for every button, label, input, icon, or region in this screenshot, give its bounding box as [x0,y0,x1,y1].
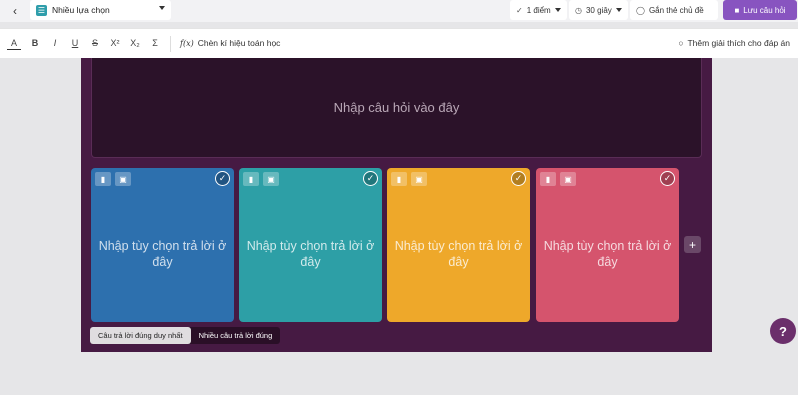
question-mark-icon: ? [779,323,787,339]
function-icon: f(x) [180,39,194,48]
image-icon[interactable]: ▣ [115,172,131,186]
question-placeholder: Nhập câu hỏi vào đây [333,100,460,115]
strikethrough-button[interactable]: S [88,38,102,48]
answer-option-2[interactable]: ▮ ▣ ✓ Nhập tùy chọn trả lời ở đây [239,168,382,322]
text-color-button[interactable]: A [7,38,21,50]
toolbar-divider [170,36,171,52]
chevron-down-icon [159,6,165,10]
top-bar: ‹ ☰ Nhiều lựa chọn ✓ 1 điểm ◷ 30 giây ◯ … [0,0,798,22]
question-input[interactable]: Nhập câu hỏi vào đây [91,58,702,158]
sigma-button[interactable]: Σ [148,38,162,48]
save-icon: ■ [734,5,740,15]
insert-math-button[interactable]: f(x) Chèn kí hiệu toán học [180,38,280,48]
answer-placeholder: Nhập tùy chọn trả lời ở đây [246,239,375,269]
plus-icon: + [688,237,696,252]
delete-icon[interactable]: ▮ [540,172,556,186]
clock-icon: ◷ [575,5,582,15]
checklist-icon: ☰ [36,4,47,16]
multiple-correct-button[interactable]: Nhiều câu trả lời đúng [191,327,281,344]
answer-placeholder: Nhập tùy chọn trả lời ở đây [543,239,672,269]
answer-mode-toggle: Câu trả lời đúng duy nhất Nhiều câu trả … [90,327,281,344]
check-icon: ✓ [516,5,523,15]
tag-topic-label: Gắn thẻ chủ đề [648,5,704,15]
insert-math-label: Chèn kí hiệu toán học [197,38,281,48]
subscript-button[interactable]: X₂ [128,38,142,48]
image-icon[interactable]: ▣ [263,172,279,186]
points-label: 1 điểm [526,5,551,15]
chevron-down-icon [615,8,622,12]
tag-icon: ◯ [636,5,645,15]
add-option-button[interactable]: + [684,236,701,253]
delete-icon[interactable]: ▮ [243,172,259,186]
underline-button[interactable]: U [68,38,82,48]
help-button[interactable]: ? [770,318,796,344]
save-question-label: Lưu câu hỏi [743,5,786,15]
single-correct-button[interactable]: Câu trả lời đúng duy nhất [90,327,191,344]
correct-answer-toggle[interactable]: ✓ [215,171,230,186]
lightbulb-icon: ○ [678,38,684,48]
chevron-left-icon: ‹ [13,4,17,18]
answer-option-1[interactable]: ▮ ▣ ✓ Nhập tùy chọn trả lời ở đây [91,168,234,322]
answer-option-4[interactable]: ▮ ▣ ✓ Nhập tùy chọn trả lời ở đây [536,168,679,322]
save-question-button[interactable]: ■ Lưu câu hỏi [723,0,797,20]
format-toolbar: A B I U S X² X₂ Σ f(x) Chèn kí hiệu toán … [0,28,798,58]
chevron-down-icon [554,8,561,12]
image-icon[interactable]: ▣ [560,172,576,186]
correct-answer-toggle[interactable]: ✓ [363,171,378,186]
time-label: 30 giây [585,5,612,15]
correct-answer-toggle[interactable]: ✓ [511,171,526,186]
answer-option-3[interactable]: ▮ ▣ ✓ Nhập tùy chọn trả lời ở đây [387,168,530,322]
superscript-button[interactable]: X² [108,38,122,48]
question-editor: Nhập câu hỏi vào đây ▮ ▣ ✓ Nhập tùy chọn… [81,58,712,352]
question-type-label: Nhiều lựa chọn [52,5,110,15]
back-button[interactable]: ‹ [6,2,24,20]
add-explanation-label: Thêm giải thích cho đáp án [687,38,790,48]
delete-icon[interactable]: ▮ [391,172,407,186]
answer-placeholder: Nhập tùy chọn trả lời ở đây [98,239,227,269]
image-icon[interactable]: ▣ [411,172,427,186]
bold-button[interactable]: B [28,38,42,48]
add-explanation-button[interactable]: ○ Thêm giải thích cho đáp án [678,38,790,48]
question-type-select[interactable]: ☰ Nhiều lựa chọn [30,0,171,20]
correct-answer-toggle[interactable]: ✓ [660,171,675,186]
time-select[interactable]: ◷ 30 giây [569,0,628,20]
answer-placeholder: Nhập tùy chọn trả lời ở đây [394,239,523,269]
italic-button[interactable]: I [48,38,62,48]
tag-topic-button[interactable]: ◯ Gắn thẻ chủ đề [630,0,718,20]
answer-options: ▮ ▣ ✓ Nhập tùy chọn trả lời ở đây ▮ ▣ ✓ … [91,168,679,322]
delete-icon[interactable]: ▮ [95,172,111,186]
points-select[interactable]: ✓ 1 điểm [510,0,567,20]
